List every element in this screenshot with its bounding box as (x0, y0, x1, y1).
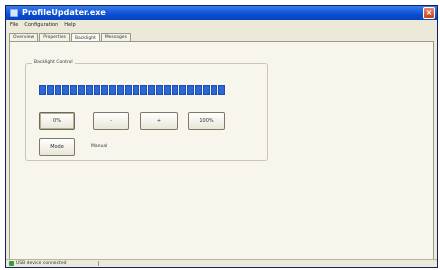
close-icon: × (425, 8, 433, 17)
min-button[interactable]: 0% (39, 112, 75, 130)
level-segment (124, 85, 132, 95)
level-segment (132, 85, 140, 95)
level-segment (93, 85, 101, 95)
close-button[interactable]: × (423, 7, 435, 19)
level-segment (101, 85, 109, 95)
title-bar[interactable]: ProfileUpdater.exe × (6, 6, 437, 20)
app-window: ProfileUpdater.exe × File Configuration … (5, 5, 438, 268)
menu-file[interactable]: File (10, 22, 18, 28)
level-segment (218, 85, 226, 95)
max-button[interactable]: 100% (188, 112, 225, 130)
level-segment (148, 85, 155, 95)
decrease-button[interactable]: - (93, 112, 129, 130)
level-segment (171, 85, 179, 95)
level-segment (46, 85, 54, 95)
level-segment (77, 85, 85, 95)
menu-bar: File Configuration Help (6, 20, 437, 30)
connection-status-icon (9, 261, 14, 266)
level-segment (155, 85, 163, 95)
level-segment (62, 85, 70, 95)
mode-button[interactable]: Mode (39, 138, 75, 156)
tab-overview[interactable]: Overview (9, 33, 39, 41)
tab-strip: Overview Properties Backlight Messages (9, 32, 132, 42)
tab-messages[interactable]: Messages (100, 33, 131, 41)
mode-value: Manual (91, 144, 108, 149)
menu-configuration[interactable]: Configuration (24, 22, 58, 28)
level-segment (39, 85, 46, 95)
level-segment (187, 85, 194, 95)
level-segment (54, 85, 62, 95)
level-segment (140, 85, 148, 95)
level-segment (179, 85, 187, 95)
level-segment (202, 85, 210, 95)
level-segment (85, 85, 93, 95)
app-icon (10, 9, 18, 17)
level-segment (109, 85, 116, 95)
level-segment (116, 85, 124, 95)
backlight-level-bar (39, 85, 226, 95)
status-text: USB device connected (16, 261, 67, 266)
menu-help[interactable]: Help (64, 22, 75, 28)
level-segment (163, 85, 171, 95)
window-title: ProfileUpdater.exe (22, 8, 106, 17)
status-bar: USB device connected (6, 259, 437, 267)
status-separator (98, 261, 99, 266)
level-segment (194, 85, 202, 95)
backlight-panel: Backlight Control 0% - + 100% Mode Manua… (9, 41, 434, 261)
backlight-groupbox: Backlight Control 0% - + 100% Mode Manua… (25, 60, 268, 161)
tab-properties[interactable]: Properties (39, 33, 70, 41)
increase-button[interactable]: + (140, 112, 178, 130)
level-segment (210, 85, 218, 95)
group-label: Backlight Control (32, 60, 75, 65)
level-segment (70, 85, 77, 95)
